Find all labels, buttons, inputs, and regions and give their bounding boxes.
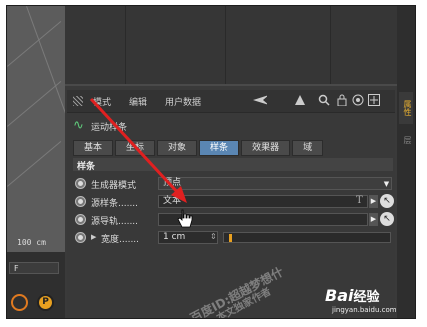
grip-icon[interactable] bbox=[73, 96, 83, 106]
animate-dot-icon[interactable] bbox=[75, 232, 86, 243]
lock-icon[interactable] bbox=[335, 93, 349, 107]
prop-label: 生成器模式 bbox=[91, 181, 137, 191]
add-icon[interactable] bbox=[367, 93, 381, 107]
motion-spline-icon: ∿ bbox=[73, 118, 84, 133]
menu-user-data[interactable]: 用户数据 bbox=[165, 95, 201, 108]
tab-attributes[interactable]: 属性 bbox=[399, 92, 413, 124]
section-header: 样条 bbox=[73, 158, 393, 172]
chevron-down-icon[interactable]: ▼ bbox=[382, 178, 391, 191]
stepper-icon[interactable]: ⇕ bbox=[210, 232, 217, 241]
attribute-tabs: 基本 坐标 对象 样条 效果器 域 bbox=[73, 140, 324, 156]
prop-label: 宽度....... bbox=[101, 235, 140, 245]
slider-thumb[interactable] bbox=[229, 234, 233, 242]
hand-cursor-icon bbox=[177, 209, 193, 228]
generator-mode-select[interactable]: 顶点 bbox=[158, 177, 392, 190]
viewport-top[interactable] bbox=[65, 6, 397, 86]
c4d-window: 100 cm F P 属性 层 模式 编辑 用户数据 ∿ 运动样条 基本 坐标 … bbox=[6, 5, 416, 319]
text-object-icon: T bbox=[356, 195, 363, 206]
right-tab-strip: 属性 层 bbox=[397, 6, 415, 318]
prop-label: 源样条....... bbox=[91, 199, 139, 209]
search-icon[interactable] bbox=[317, 93, 331, 107]
attributes-menubar: 模式 编辑 用户数据 bbox=[67, 90, 395, 113]
record-p-icon[interactable]: P bbox=[37, 294, 54, 311]
animate-dot-icon[interactable] bbox=[75, 196, 86, 207]
tab-field[interactable]: 域 bbox=[292, 140, 324, 156]
section-title: 样条 bbox=[77, 162, 96, 172]
frame-select[interactable]: F bbox=[9, 262, 59, 274]
prop-source-spline: 源样条....... 文本 T ▶ ↖ bbox=[73, 194, 394, 210]
up-arrow-icon[interactable] bbox=[293, 93, 307, 107]
tab-coord[interactable]: 坐标 bbox=[115, 140, 156, 156]
width-input[interactable]: 1 cm bbox=[158, 231, 218, 244]
animate-dot-icon[interactable] bbox=[75, 214, 86, 225]
baidu-logo-cn: 经验 bbox=[353, 290, 380, 305]
loop-icon[interactable] bbox=[11, 294, 28, 311]
animate-dot-icon[interactable] bbox=[75, 178, 86, 189]
pick-cursor-icon[interactable]: ↖ bbox=[380, 194, 394, 208]
object-title: 运动样条 bbox=[91, 123, 128, 133]
baidu-logo-text: Bai bbox=[325, 286, 354, 305]
tab-effector[interactable]: 效果器 bbox=[241, 140, 291, 156]
baidu-logo: Bai经验 bbox=[325, 286, 380, 305]
tab-object[interactable]: 对象 bbox=[157, 140, 198, 156]
tab-spline[interactable]: 样条 bbox=[199, 140, 240, 156]
width-slider[interactable] bbox=[223, 232, 391, 243]
menu-edit[interactable]: 编辑 bbox=[129, 95, 147, 108]
chevron-right-icon[interactable]: ▶ bbox=[369, 195, 378, 208]
prop-label: 源导轨....... bbox=[91, 217, 139, 227]
viewport-scale-readout: 100 cm bbox=[17, 238, 46, 247]
baidu-url: jingyan.baidu.com bbox=[332, 306, 397, 314]
prop-width: ▶ 宽度....... 1 cm ⇕ bbox=[73, 230, 393, 246]
chevron-right-icon[interactable]: ▶ bbox=[369, 213, 378, 226]
pick-cursor-icon[interactable]: ↖ bbox=[380, 212, 394, 226]
back-arrow-icon[interactable] bbox=[253, 93, 267, 107]
target-icon[interactable] bbox=[351, 93, 365, 107]
expand-triangle-icon[interactable]: ▶ bbox=[91, 233, 96, 241]
prop-source-rail: 源导轨....... ▶ ↖ bbox=[73, 212, 394, 228]
source-spline-link[interactable]: 文本 bbox=[158, 195, 368, 208]
menu-mode[interactable]: 模式 bbox=[93, 95, 111, 108]
attributes-panel: 模式 编辑 用户数据 ∿ 运动样条 基本 坐标 对象 样条 效果器 域 样条 生… bbox=[67, 90, 395, 318]
prop-generator-mode: 生成器模式 顶点 ▼ bbox=[73, 176, 393, 192]
viewport-partial[interactable]: 100 cm bbox=[7, 6, 65, 252]
timeline-controls: F P bbox=[7, 252, 65, 318]
tab-basic[interactable]: 基本 bbox=[73, 140, 114, 156]
tab-layers[interactable]: 层 bbox=[399, 130, 413, 150]
